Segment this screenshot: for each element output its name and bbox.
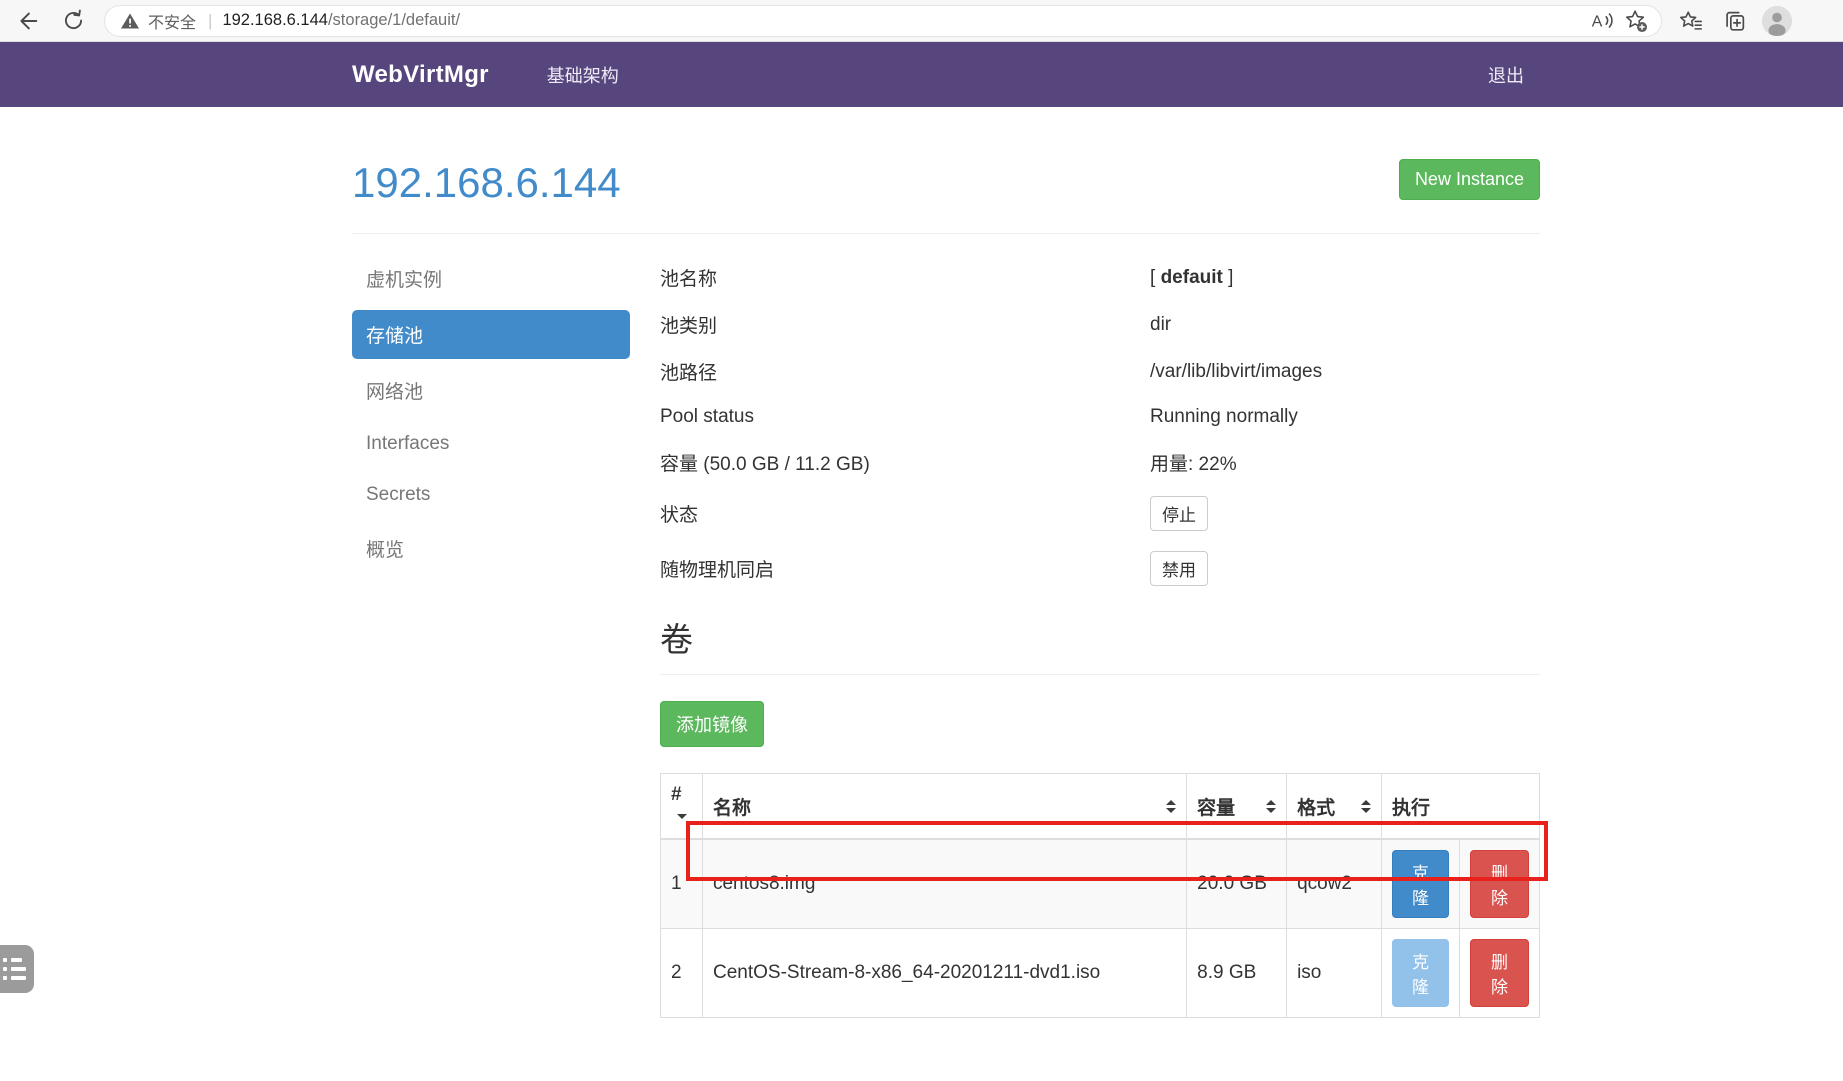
pool-usage-value: 用量: 22%: [1150, 454, 1237, 475]
address-separator: |: [208, 10, 213, 30]
side-panel-toggle[interactable]: [0, 945, 34, 993]
volume-format: qcow2: [1286, 838, 1383, 929]
url-path: /storage/1/defauit/: [327, 11, 461, 29]
sidebar: 虚机实例 存储池 网络池 Interfaces Secrets 概览: [352, 254, 630, 1018]
pool-details-panel: 池名称 [ defauit ] 池类别 dir 池路径 /var/lib/lib…: [660, 254, 1548, 1018]
column-header-index[interactable]: #: [660, 773, 703, 840]
volumes-table-wrap: # 名称 容量 格式 执行 1 centos8.img 20.0 GB qcow: [660, 773, 1548, 1018]
browser-toolbar: 不安全 | 192.168.6.144/storage/1/defauit/ A: [0, 0, 1843, 42]
pool-status-label: Pool status: [660, 406, 754, 427]
pool-type-label: 池类别: [660, 316, 718, 337]
column-header-name[interactable]: 名称: [701, 773, 1188, 840]
table-row-centos-stream-iso: 2 CentOS-Stream-8-x86_64-20201211-dvd1.i…: [660, 928, 1540, 1018]
add-image-button[interactable]: 添加镜像: [660, 701, 764, 747]
column-header-actions: 执行: [1381, 773, 1540, 840]
table-header-row: # 名称 容量 格式 执行: [660, 773, 1540, 840]
header-divider: [352, 233, 1540, 234]
volumes-heading: 卷: [660, 621, 693, 658]
address-bar[interactable]: 不安全 | 192.168.6.144/storage/1/defauit/ A: [104, 4, 1662, 38]
favorites-button[interactable]: [1674, 4, 1708, 38]
sidebar-item-network-pools[interactable]: 网络池: [352, 366, 630, 415]
profile-button[interactable]: [1762, 5, 1792, 36]
refresh-button[interactable]: [56, 4, 90, 38]
pool-name-value: [ defauit ]: [1150, 266, 1234, 288]
column-header-format[interactable]: 格式: [1286, 773, 1383, 840]
sort-icon: [1361, 799, 1372, 813]
star-plus-icon: [1626, 9, 1648, 32]
volume-size: 20.0 GB: [1186, 838, 1288, 929]
sidebar-item-storage-pools[interactable]: 存储池: [352, 310, 630, 359]
volume-size: 8.9 GB: [1186, 928, 1288, 1018]
autostart-disable-button[interactable]: 禁用: [1150, 551, 1208, 586]
list-icon: [3, 958, 26, 980]
refresh-icon: [64, 9, 82, 29]
stop-pool-button[interactable]: 停止: [1150, 496, 1208, 531]
pool-row-name: 池名称 [ defauit ]: [660, 254, 1540, 301]
sort-icon: [1266, 799, 1277, 813]
pool-name-label: 池名称: [660, 269, 718, 290]
svg-text:A: A: [1592, 13, 1603, 30]
volume-format: iso: [1286, 928, 1383, 1018]
pool-row-status: Pool status Running normally: [660, 395, 1540, 439]
pool-path-label: 池路径: [660, 363, 718, 384]
back-arrow-icon: [20, 12, 38, 29]
clone-button[interactable]: 克隆: [1392, 939, 1449, 1007]
favorites-star-list-icon: [1679, 10, 1703, 30]
volumes-divider: [660, 674, 1540, 675]
volumes-table: # 名称 容量 格式 执行 1 centos8.img 20.0 GB qcow: [660, 773, 1540, 1018]
collections-icon: [1726, 11, 1745, 31]
pool-type-value: dir: [1150, 313, 1172, 335]
volume-name: centos8.img: [701, 838, 1188, 929]
row-index: 2: [660, 928, 703, 1018]
clone-button[interactable]: 克隆: [1392, 850, 1449, 918]
pool-row-capacity: 容量 (50.0 GB / 11.2 GB) 用量: 22%: [660, 439, 1540, 486]
add-favorite-button[interactable]: [1619, 4, 1653, 38]
pool-capacity-label: 容量 (50.0 GB / 11.2 GB): [660, 454, 870, 475]
pool-row-type: 池类别 dir: [660, 301, 1540, 348]
table-row-centos8-img: 1 centos8.img 20.0 GB qcow2 克隆 删除: [660, 838, 1540, 929]
pool-path-value: /var/lib/libvirt/images: [1150, 360, 1323, 382]
not-secure-warning-icon: [120, 13, 140, 28]
delete-button[interactable]: 删除: [1470, 939, 1529, 1007]
sidebar-item-interfaces[interactable]: Interfaces: [352, 422, 630, 466]
read-aloud-button[interactable]: A: [1585, 4, 1619, 38]
new-instance-button[interactable]: New Instance: [1398, 159, 1540, 200]
sort-desc-icon: [677, 814, 687, 820]
sidebar-item-overview[interactable]: 概览: [352, 524, 630, 573]
back-button[interactable]: [10, 4, 44, 38]
pool-status-value: Running normally: [1150, 406, 1298, 427]
brand-link[interactable]: WebVirtMgr: [352, 61, 489, 89]
sort-icon: [1166, 799, 1177, 813]
avatar-icon: [1762, 5, 1792, 36]
site-info-button[interactable]: 不安全: [119, 9, 196, 33]
security-label: 不安全: [148, 14, 197, 32]
nav-item-infrastructure[interactable]: 基础架构: [547, 62, 619, 88]
pool-autostart-label: 随物理机同启: [660, 560, 775, 581]
read-aloud-icon: A: [1592, 12, 1613, 30]
pool-row-autostart: 随物理机同启 禁用: [660, 541, 1540, 596]
column-header-size[interactable]: 容量: [1186, 773, 1288, 840]
sidebar-item-instances[interactable]: 虚机实例: [352, 254, 630, 303]
url-host: 192.168.6.144: [222, 11, 328, 29]
pool-state-label: 状态: [660, 505, 699, 526]
logout-link[interactable]: 退出: [1488, 62, 1524, 88]
volume-name: CentOS-Stream-8-x86_64-20201211-dvd1.iso: [701, 928, 1188, 1018]
row-index: 1: [660, 838, 703, 929]
delete-button[interactable]: 删除: [1470, 850, 1529, 918]
page-title: 192.168.6.144: [352, 159, 621, 206]
sidebar-item-secrets[interactable]: Secrets: [352, 473, 630, 517]
collections-button[interactable]: [1718, 4, 1752, 38]
app-navbar: WebVirtMgr 基础架构 退出: [0, 42, 1843, 107]
pool-row-path: 池路径 /var/lib/libvirt/images: [660, 348, 1540, 395]
pool-row-state: 状态 停止: [660, 486, 1540, 541]
